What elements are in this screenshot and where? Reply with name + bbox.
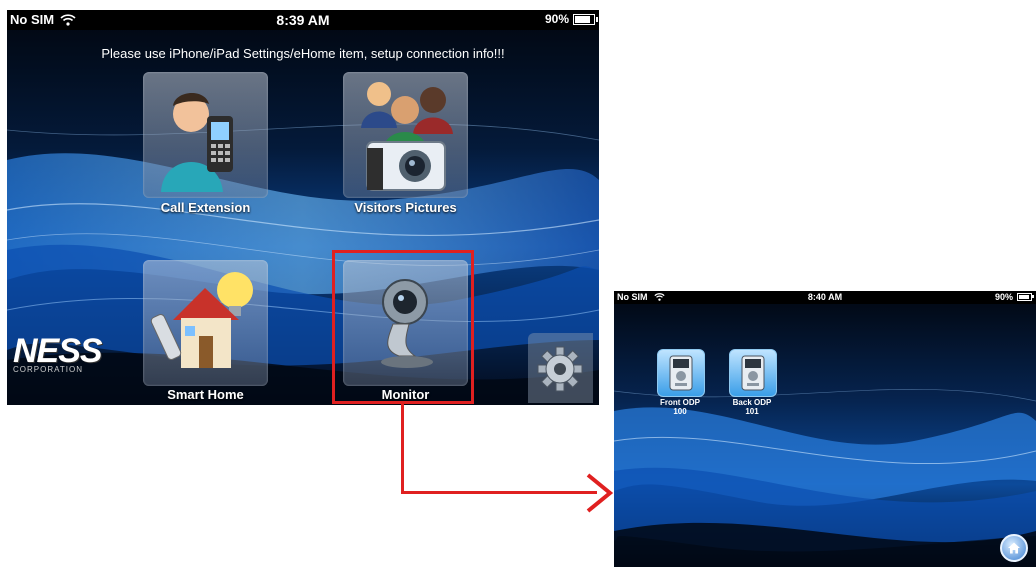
front-odp-button[interactable] bbox=[657, 349, 705, 397]
back-odp-button[interactable] bbox=[729, 349, 777, 397]
call-extension-label: Call Extension bbox=[160, 200, 251, 215]
front-odp-number: 100 bbox=[673, 407, 687, 416]
wave-background bbox=[614, 291, 1036, 567]
front-odp-name: Front ODP bbox=[660, 398, 700, 407]
smart-home-label: Smart Home bbox=[167, 387, 244, 402]
visitors-pictures-button[interactable] bbox=[343, 72, 468, 198]
back-odp-number: 101 bbox=[745, 407, 759, 416]
monitor-highlight-box bbox=[332, 250, 474, 404]
main-menu-screen: No SIM 8:39 AM 90% Please use iPhone/iPa… bbox=[7, 10, 599, 405]
arrow-horizontal-segment bbox=[401, 491, 597, 494]
arrow-vertical-segment bbox=[401, 404, 404, 494]
battery-icon bbox=[573, 13, 598, 25]
home-icon bbox=[1008, 542, 1020, 554]
clock: 8:40 AM bbox=[807, 292, 843, 302]
clock: 8:39 AM bbox=[276, 12, 330, 28]
status-bar: No SIM 8:39 AM 90% bbox=[7, 10, 599, 30]
battery-percent: 90% bbox=[544, 12, 569, 26]
battery-percent: 90% bbox=[994, 292, 1013, 302]
visitors-pictures-label: Visitors Pictures bbox=[354, 200, 457, 215]
battery-icon bbox=[1017, 293, 1034, 301]
call-extension-button[interactable] bbox=[143, 72, 268, 198]
house-bulb-icon bbox=[150, 272, 253, 368]
front-odp-label: Front ODP 100 bbox=[650, 398, 710, 416]
back-odp-label: Back ODP 101 bbox=[722, 398, 782, 416]
person-phone-icon bbox=[161, 92, 233, 192]
visitors-camera-icon bbox=[361, 82, 453, 191]
arrow-head-icon bbox=[586, 473, 614, 513]
setup-notice: Please use iPhone/iPad Settings/eHome it… bbox=[101, 46, 505, 61]
status-bar: No SIM 8:40 AM 90% bbox=[614, 291, 1036, 304]
company-logo: NESS CORPORATION bbox=[13, 332, 113, 374]
settings-button[interactable] bbox=[528, 333, 593, 403]
intercom-panel-icon bbox=[669, 355, 693, 391]
smart-home-button[interactable] bbox=[143, 260, 268, 386]
monitor-screen: No SIM 8:40 AM 90% Front ODP 100 Back OD… bbox=[614, 291, 1036, 567]
home-button[interactable] bbox=[1000, 534, 1028, 562]
gear-icon bbox=[537, 346, 583, 392]
back-odp-name: Back ODP bbox=[732, 398, 772, 407]
intercom-panel-icon bbox=[741, 355, 765, 391]
